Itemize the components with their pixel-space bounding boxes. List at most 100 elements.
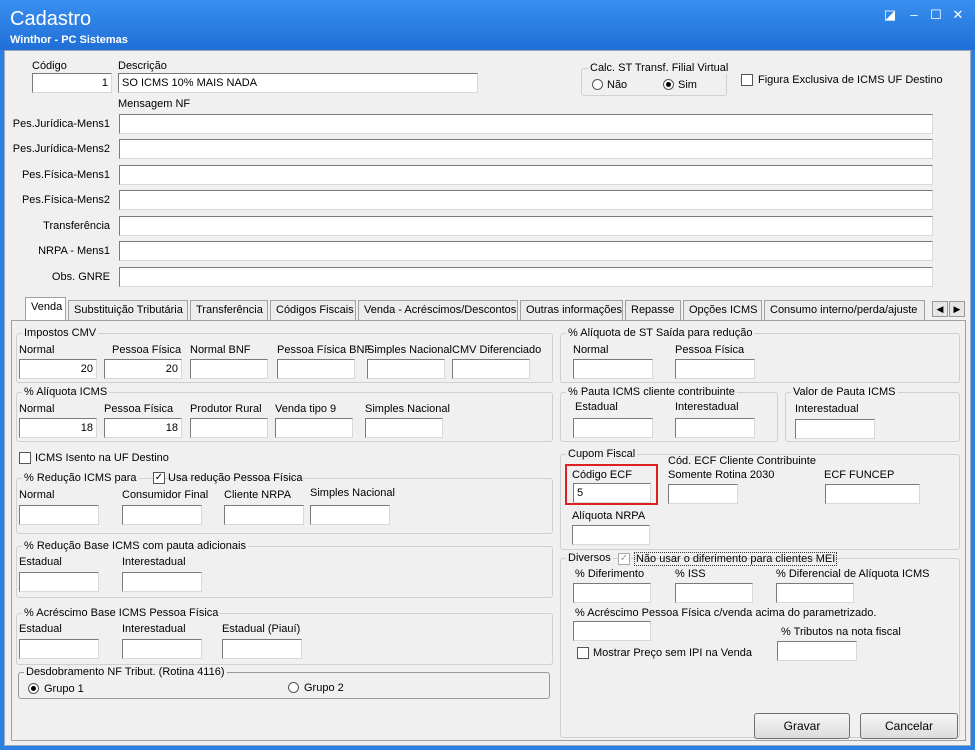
nao-usar-diferimento-label: Não usar o diferimento para clientes MEI	[634, 552, 838, 566]
pj-mens2-input[interactable]	[119, 139, 933, 159]
aliq-produtor-input[interactable]	[190, 418, 268, 438]
nao-radio[interactable]	[592, 79, 603, 90]
iss-input[interactable]	[675, 583, 753, 603]
cod-ecf-cliente-input[interactable]	[668, 484, 738, 504]
cancelar-button[interactable]: Cancelar	[860, 713, 958, 739]
acresc-pf-input[interactable]	[573, 621, 651, 641]
transferencia-input[interactable]	[119, 216, 933, 236]
acresc-label: Estadual (Piauí)	[222, 623, 301, 635]
aliquota-nrpa-input[interactable]	[572, 525, 650, 545]
pauta-interestadual-input[interactable]	[675, 418, 755, 438]
grupo2-radio[interactable]	[288, 682, 299, 693]
tab-codigos-fiscais[interactable]: Códigos Fiscais	[270, 300, 356, 320]
grupo1-label: Grupo 1	[44, 683, 84, 695]
reducao-simples-input[interactable]	[310, 505, 390, 525]
cmv-label: Normal	[19, 344, 55, 356]
usa-reducao-checkbox[interactable]: ✓	[153, 472, 165, 484]
desdob-title: Desdobramento NF Tribut. (Rotina 4116)	[24, 666, 227, 678]
tab-acrescimos[interactable]: Venda - Acréscimos/Descontos	[358, 300, 518, 320]
codigo-label: Código	[32, 60, 67, 72]
tab-scroll-left-icon[interactable]: ◀	[932, 301, 948, 317]
red-base-interestadual-input[interactable]	[122, 572, 202, 592]
reducao-normal-input[interactable]	[19, 505, 99, 525]
cmv-pf-bnf-input[interactable]	[277, 359, 355, 379]
ecf-funcep-label: ECF FUNCEP	[824, 469, 895, 481]
aliq-normal-input[interactable]: 18	[19, 418, 97, 438]
codigo-ecf-input[interactable]: 5	[573, 483, 651, 503]
icms-isento-checkbox[interactable]	[19, 452, 31, 464]
st-saida-pf-input[interactable]	[675, 359, 755, 379]
tab-substituicao[interactable]: Substituição Tributária	[68, 300, 188, 320]
somente-rotina-label: Somente Rotina 2030	[668, 469, 775, 481]
diversos-label: % Diferimento	[575, 568, 645, 580]
field-label: Pes.Física-Mens1	[21, 169, 110, 181]
restore-icon[interactable]: ◪	[882, 8, 898, 22]
st-saida-title: % Alíquota de ST Saída para redução	[566, 327, 755, 339]
red-base-estadual-input[interactable]	[19, 572, 99, 592]
acresc-title: % Acréscimo Base ICMS Pessoa Física	[22, 607, 221, 619]
tab-opcoes-icms[interactable]: Opções ICMS	[683, 300, 762, 320]
pauta-label: Estadual	[575, 401, 618, 413]
acresc-piaui-input[interactable]	[222, 639, 302, 659]
nrpa-mens1-input[interactable]	[119, 241, 933, 261]
descricao-input[interactable]: SO ICMS 10% MAIS NADA	[118, 73, 478, 93]
valor-pauta-input[interactable]	[795, 419, 875, 439]
pauta-estadual-input[interactable]	[573, 418, 653, 438]
reducao-label: Normal	[19, 489, 55, 501]
cmv-label: Simples Nacional	[367, 344, 452, 356]
gravar-button[interactable]: Gravar	[754, 713, 850, 739]
diversos-title: Diversos	[566, 552, 613, 564]
cod-ecf-cliente-label: Cód. ECF Cliente Contribuinte	[668, 455, 816, 467]
field-label: NRPA - Mens1	[38, 245, 110, 257]
tab-repasse[interactable]: Repasse	[625, 300, 681, 320]
mensagem-nf-label: Mensagem NF	[118, 98, 191, 110]
cmv-normal-input[interactable]: 20	[19, 359, 97, 379]
diferencial-aliquota-input[interactable]	[776, 583, 854, 603]
st-saida-label: Normal	[573, 344, 609, 356]
nao-usar-diferimento-checkbox[interactable]: ✓	[618, 553, 630, 565]
reducao-nrpa-input[interactable]	[224, 505, 304, 525]
reducao-consumidor-input[interactable]	[122, 505, 202, 525]
window-subtitle: Winthor - PC Sistemas	[10, 34, 128, 46]
tab-outras[interactable]: Outras informações	[520, 300, 623, 320]
mostrar-preco-checkbox[interactable]	[577, 647, 589, 659]
aliq-label: Produtor Rural	[190, 403, 262, 415]
aliq-simples-input[interactable]	[365, 418, 443, 438]
st-saida-normal-input[interactable]	[573, 359, 653, 379]
tab-consumo[interactable]: Consumo interno/perda/ajuste	[764, 300, 925, 320]
grupo1-radio[interactable]	[28, 683, 39, 694]
reducao-title: % Redução ICMS para	[22, 472, 139, 484]
codigo-input[interactable]: 1	[32, 73, 112, 93]
maximize-icon[interactable]: ☐	[928, 8, 944, 22]
pf-mens2-input[interactable]	[119, 190, 933, 210]
obs-gnre-input[interactable]	[119, 267, 933, 287]
figura-exclusiva-checkbox[interactable]	[741, 74, 753, 86]
cmv-normal-bnf-input[interactable]	[190, 359, 268, 379]
field-label: Pes.Jurídica-Mens2	[12, 143, 110, 155]
cmv-label: Pessoa Física BNF	[277, 344, 372, 356]
pj-mens1-input[interactable]	[119, 114, 933, 134]
reducao-label: Cliente NRPA	[224, 489, 292, 501]
tab-venda[interactable]: Venda	[25, 297, 66, 321]
minimize-icon[interactable]: –	[906, 8, 922, 22]
tab-transferencia[interactable]: Transferência	[190, 300, 268, 320]
ecf-funcep-input[interactable]	[825, 484, 920, 504]
aliq-tipo9-input[interactable]	[275, 418, 353, 438]
cmv-simples-input[interactable]	[367, 359, 445, 379]
pauta-title: % Pauta ICMS cliente contribuinte	[566, 386, 737, 398]
aliq-pf-input[interactable]: 18	[104, 418, 182, 438]
aliq-label: Normal	[19, 403, 55, 415]
tab-scroll-right-icon[interactable]: ▶	[949, 301, 965, 317]
acresc-estadual-input[interactable]	[19, 639, 99, 659]
diferimento-input[interactable]	[573, 583, 651, 603]
tributos-input[interactable]	[777, 641, 857, 661]
acresc-interestadual-input[interactable]	[122, 639, 202, 659]
mostrar-preco-label: Mostrar Preço sem IPI na Venda	[593, 647, 752, 659]
close-icon[interactable]: ✕	[950, 8, 966, 22]
sim-radio[interactable]	[663, 79, 674, 90]
cmv-pf-input[interactable]: 20	[104, 359, 182, 379]
valor-pauta-label: Interestadual	[795, 403, 859, 415]
field-label: Obs. GNRE	[51, 271, 110, 283]
pf-mens1-input[interactable]	[119, 165, 933, 185]
cmv-diferenciado-input[interactable]	[452, 359, 530, 379]
